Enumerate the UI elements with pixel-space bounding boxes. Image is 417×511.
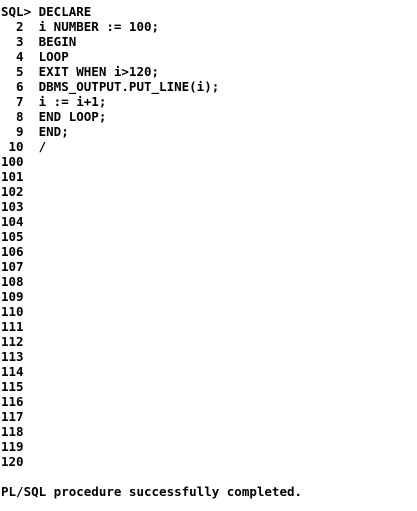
output-line: 112 (1, 334, 24, 349)
output-line: 114 (1, 364, 24, 379)
code-line-8: 8 END LOOP; (1, 109, 107, 124)
output-line: 117 (1, 409, 24, 424)
output-line: 115 (1, 379, 24, 394)
output-line: 103 (1, 199, 24, 214)
code-line-6: 6 DBMS_OUTPUT.PUT_LINE(i); (1, 79, 220, 94)
output-line: 110 (1, 304, 24, 319)
code-line-9: 9 END; (1, 124, 69, 139)
output-line: 116 (1, 394, 24, 409)
code-line-2: 2 i NUMBER := 100; (1, 19, 160, 34)
code-line-7: 7 i := i+1; (1, 94, 107, 109)
code-line-3: 3 BEGIN (1, 34, 77, 49)
sqlplus-console[interactable]: SQL> DECLARE 2 i NUMBER := 100; 3 BEGIN … (1, 4, 415, 509)
output-line: 119 (1, 439, 24, 454)
output-line: 101 (1, 169, 24, 184)
output-line: 118 (1, 424, 24, 439)
output-line: 106 (1, 244, 24, 259)
code-line-10: 10 / (1, 139, 47, 154)
output-line: 105 (1, 229, 24, 244)
sql-prompt-line: SQL> DECLARE (1, 4, 92, 19)
output-line: 109 (1, 289, 24, 304)
console-output: SQL> DECLARE 2 i NUMBER := 100; 3 BEGIN … (1, 4, 415, 499)
code-line-5: 5 EXIT WHEN i>120; (1, 64, 160, 79)
output-line: 111 (1, 319, 24, 334)
output-line: 108 (1, 274, 24, 289)
output-line: 100 (1, 154, 24, 169)
output-line: 104 (1, 214, 24, 229)
output-line: 113 (1, 349, 24, 364)
status-message: PL/SQL procedure successfully completed. (1, 484, 303, 499)
output-line: 120 (1, 454, 24, 469)
output-line: 102 (1, 184, 24, 199)
output-line: 107 (1, 259, 24, 274)
code-line-4: 4 LOOP (1, 49, 69, 64)
